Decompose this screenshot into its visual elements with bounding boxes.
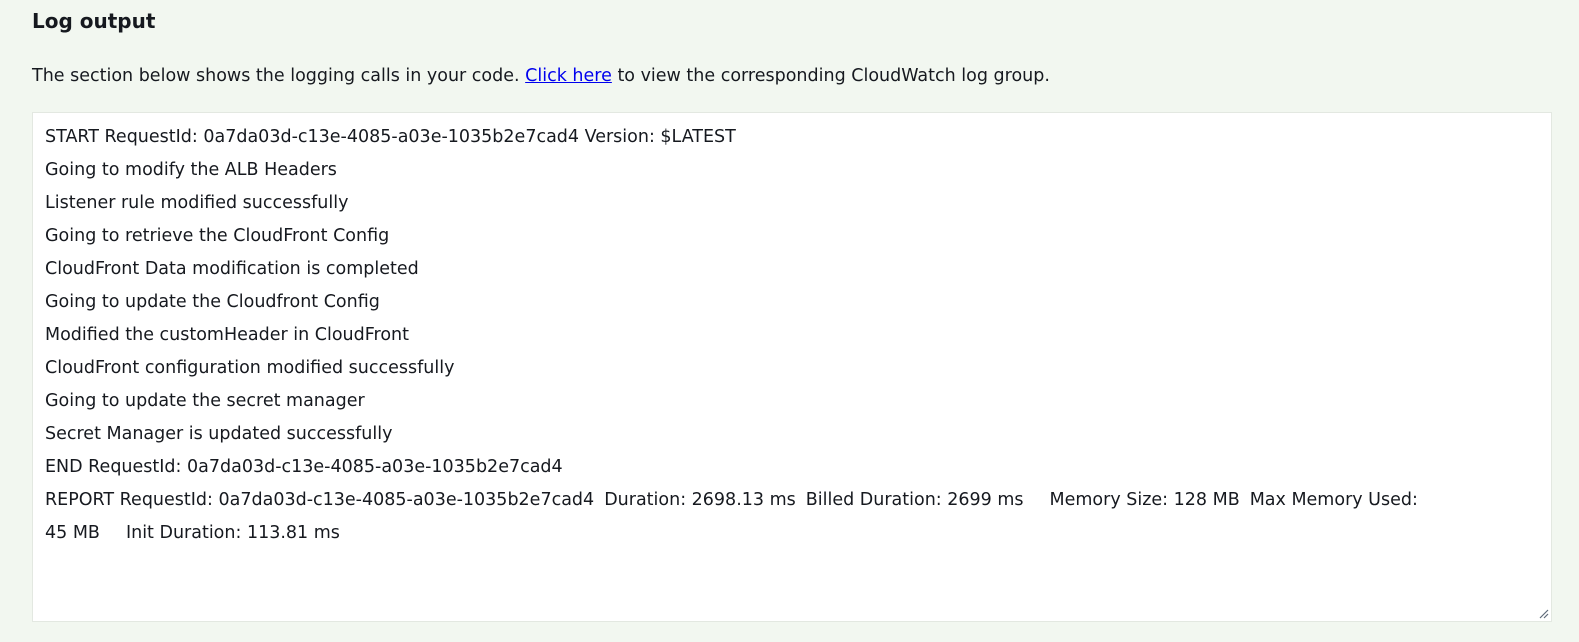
log-line: Modified the customHeader in CloudFront — [45, 325, 410, 345]
report-memory-size: Memory Size: 128 MB — [1049, 490, 1240, 510]
report-max-memory-value: 45 MB — [45, 523, 100, 543]
log-line: START RequestId: 0a7da03d-c13e-4085-a03e… — [45, 127, 736, 147]
log-line: Going to update the Cloudfront Config — [45, 292, 380, 312]
log-line: END RequestId: 0a7da03d-c13e-4085-a03e-1… — [45, 457, 563, 477]
report-request-id: REPORT RequestId: 0a7da03d-c13e-4085-a03… — [45, 490, 595, 510]
section-title: Log output — [32, 9, 156, 33]
report-duration: Duration: 2698.13 ms — [604, 490, 796, 510]
log-line: CloudFront Data modification is complete… — [45, 259, 419, 279]
report-init-duration: Init Duration: 113.81 ms — [125, 523, 340, 543]
log-line: Going to retrieve the CloudFront Config — [45, 226, 390, 246]
log-content: START RequestId: 0a7da03d-c13e-4085-a03e… — [45, 121, 1543, 550]
report-billed-duration: Billed Duration: 2699 ms — [805, 490, 1024, 510]
log-output-section: Log output The section below shows the l… — [32, 0, 1554, 642]
report-max-memory-used: Max Memory Used: — [1249, 490, 1418, 510]
log-line: CloudFront configuration modified succes… — [45, 358, 455, 378]
log-output-textarea[interactable]: START RequestId: 0a7da03d-c13e-4085-a03e… — [32, 112, 1552, 622]
resize-grip-icon[interactable] — [1537, 607, 1549, 619]
cloudwatch-log-group-link[interactable]: Click here — [525, 66, 612, 86]
log-line: Going to update the secret manager — [45, 391, 365, 411]
report-line-continued: 45 MB Init Duration: 113.81 ms — [45, 517, 1543, 550]
description-suffix: to view the corresponding CloudWatch log… — [617, 66, 1050, 86]
section-description: The section below shows the logging call… — [32, 63, 1050, 89]
report-line: REPORT RequestId: 0a7da03d-c13e-4085-a03… — [45, 484, 1543, 517]
log-line: Going to modify the ALB Headers — [45, 160, 337, 180]
description-prefix: The section below shows the logging call… — [32, 66, 520, 86]
log-line: Listener rule modified successfully — [45, 193, 349, 213]
log-line: Secret Manager is updated successfully — [45, 424, 393, 444]
